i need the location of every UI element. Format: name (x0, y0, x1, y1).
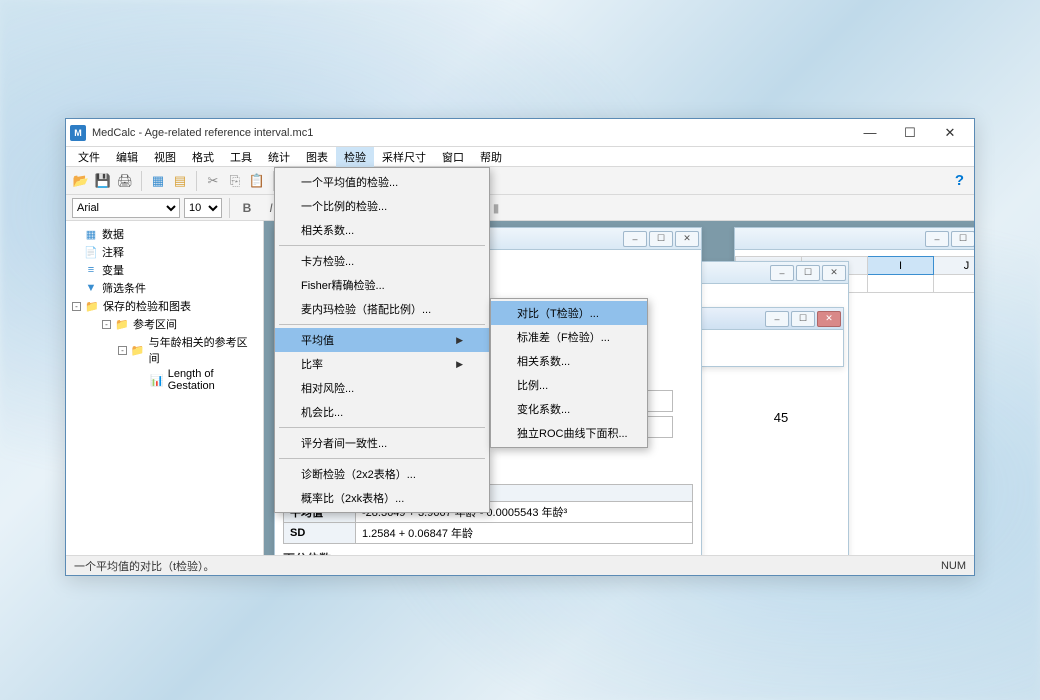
submenu-item[interactable]: 变化系数... (491, 397, 647, 421)
menu-item[interactable]: 相关系数... (275, 218, 489, 242)
app-window: M MedCalc - Age-related reference interv… (65, 118, 975, 576)
menu-file[interactable]: 文件 (70, 147, 108, 167)
collapse-icon[interactable]: - (72, 302, 81, 311)
data-icon[interactable]: ▦ (149, 172, 167, 190)
statusbar: 一个平均值的对比（t检验）。 NUM (66, 555, 974, 575)
window-title: MedCalc - Age-related reference interval… (92, 127, 850, 139)
mdi-maximize-button[interactable]: ☐ (649, 231, 673, 247)
tree-filter[interactable]: ▼筛选条件 (66, 279, 263, 297)
mdi-minimize-button[interactable]: – (925, 231, 949, 247)
open-icon[interactable]: 📂 (72, 172, 90, 190)
mdi-maximize-button[interactable]: ☐ (791, 311, 815, 327)
formatbar: Arial 10 B I U ≡ ≡ ≡ A↑ A↓ ▨ ▮ (66, 195, 974, 221)
mdi-maximize-button[interactable]: ☐ (796, 265, 820, 281)
bold-button[interactable]: B (237, 198, 257, 218)
font-select[interactable]: Arial (72, 198, 180, 218)
collapse-icon[interactable]: - (118, 346, 127, 355)
menu-view[interactable]: 视图 (146, 147, 184, 167)
menu-help[interactable]: 帮助 (472, 147, 510, 167)
mdi-minimize-button[interactable]: – (765, 311, 789, 327)
app-icon: M (70, 125, 86, 141)
maximize-button[interactable]: ☐ (890, 120, 930, 146)
toolbar: 📂 💾 🖨 ▦ ▤ ✂ ⎘ 📋 ? (66, 167, 974, 195)
tree-saved[interactable]: -📁保存的检验和图表 (66, 297, 263, 315)
submenu-item[interactable]: 相关系数... (491, 349, 647, 373)
menu-item[interactable]: Fisher精确检验... (275, 273, 489, 297)
means-submenu: 对比（T检验）...标准差（F检验）...相关系数...比例...变化系数...… (490, 298, 648, 448)
mdi-close-button[interactable]: ✕ (675, 231, 699, 247)
menu-item[interactable]: 一个平均值的检验... (275, 170, 489, 194)
submenu-item[interactable]: 对比（T检验）... (491, 301, 647, 325)
menu-edit[interactable]: 编辑 (108, 147, 146, 167)
report-pct-heading: 百分位数 (283, 550, 693, 555)
submenu-item[interactable]: 比例... (491, 373, 647, 397)
fontsize-select[interactable]: 10 (184, 198, 222, 218)
status-hint: 一个平均值的对比（t检验）。 (74, 558, 215, 574)
tree-log[interactable]: 📊Length of Gestation (66, 367, 263, 393)
tree-age-ref[interactable]: -📁与年龄相关的参考区间 (66, 333, 263, 367)
mdi-close-button[interactable]: ✕ (822, 265, 846, 281)
tree-data[interactable]: ▦数据 (66, 225, 263, 243)
sidebar-tree: ▦数据 📄注释 ≡变量 ▼筛选条件 -📁保存的检验和图表 -📁参考区间 -📁与年… (66, 221, 264, 555)
submenu-item[interactable]: 标准差（F检验）... (491, 325, 647, 349)
menu-stats[interactable]: 统计 (260, 147, 298, 167)
menu-item[interactable]: 卡方检验... (275, 249, 489, 273)
mdi-close-button[interactable]: ✕ (817, 311, 841, 327)
menu-item[interactable]: 比率▶ (275, 352, 489, 376)
submenu-item[interactable]: 独立ROC曲线下面积... (491, 421, 647, 445)
menu-item[interactable]: 评分者间一致性... (275, 431, 489, 455)
help-icon[interactable]: ? (955, 172, 964, 189)
minimize-button[interactable]: — (850, 120, 890, 146)
print-icon[interactable]: 🖨 (116, 172, 134, 190)
menu-item[interactable]: 平均值▶ (275, 328, 489, 352)
mdi-minimize-button[interactable]: – (623, 231, 647, 247)
tree-vars[interactable]: ≡变量 (66, 261, 263, 279)
tests-dropdown: 一个平均值的检验...一个比例的检验...相关系数... 卡方检验...Fishe… (274, 167, 490, 513)
chart-axis-label: 45 (720, 410, 842, 425)
close-button[interactable]: ✕ (930, 120, 970, 146)
menu-graphs[interactable]: 图表 (298, 147, 336, 167)
status-num: NUM (941, 560, 966, 572)
copy-icon[interactable]: ⎘ (226, 172, 244, 190)
menubar: 文件 编辑 视图 格式 工具 统计 图表 检验 采样尺寸 窗口 帮助 (66, 147, 974, 167)
window-controls: — ☐ ✕ (850, 120, 970, 146)
menu-item[interactable]: 一个比例的检验... (275, 194, 489, 218)
menu-item[interactable]: 诊断检验（2x2表格）... (275, 462, 489, 486)
mdi-minimize-button[interactable]: – (770, 265, 794, 281)
menu-item[interactable]: 相对风险... (275, 376, 489, 400)
titlebar: M MedCalc - Age-related reference interv… (66, 119, 974, 147)
paste-icon[interactable]: 📋 (248, 172, 266, 190)
menu-item[interactable]: 机会比... (275, 400, 489, 424)
menu-tools[interactable]: 工具 (222, 147, 260, 167)
collapse-icon[interactable]: - (102, 320, 111, 329)
tree-ref[interactable]: -📁参考区间 (66, 315, 263, 333)
menu-item[interactable]: 麦内玛检验（搭配比例）... (275, 297, 489, 321)
tree-notes[interactable]: 📄注释 (66, 243, 263, 261)
cut-icon[interactable]: ✂ (204, 172, 222, 190)
sheet-icon[interactable]: ▤ (171, 172, 189, 190)
save-icon[interactable]: 💾 (94, 172, 112, 190)
menu-format[interactable]: 格式 (184, 147, 222, 167)
menu-item[interactable]: 概率比（2xk表格）... (275, 486, 489, 510)
mdi-maximize-button[interactable]: ☐ (951, 231, 974, 247)
menu-sample[interactable]: 采样尺寸 (374, 147, 434, 167)
menu-window[interactable]: 窗口 (434, 147, 472, 167)
mdi-header: – ☐ ✕ (735, 228, 974, 250)
menu-tests[interactable]: 检验 (336, 147, 374, 167)
